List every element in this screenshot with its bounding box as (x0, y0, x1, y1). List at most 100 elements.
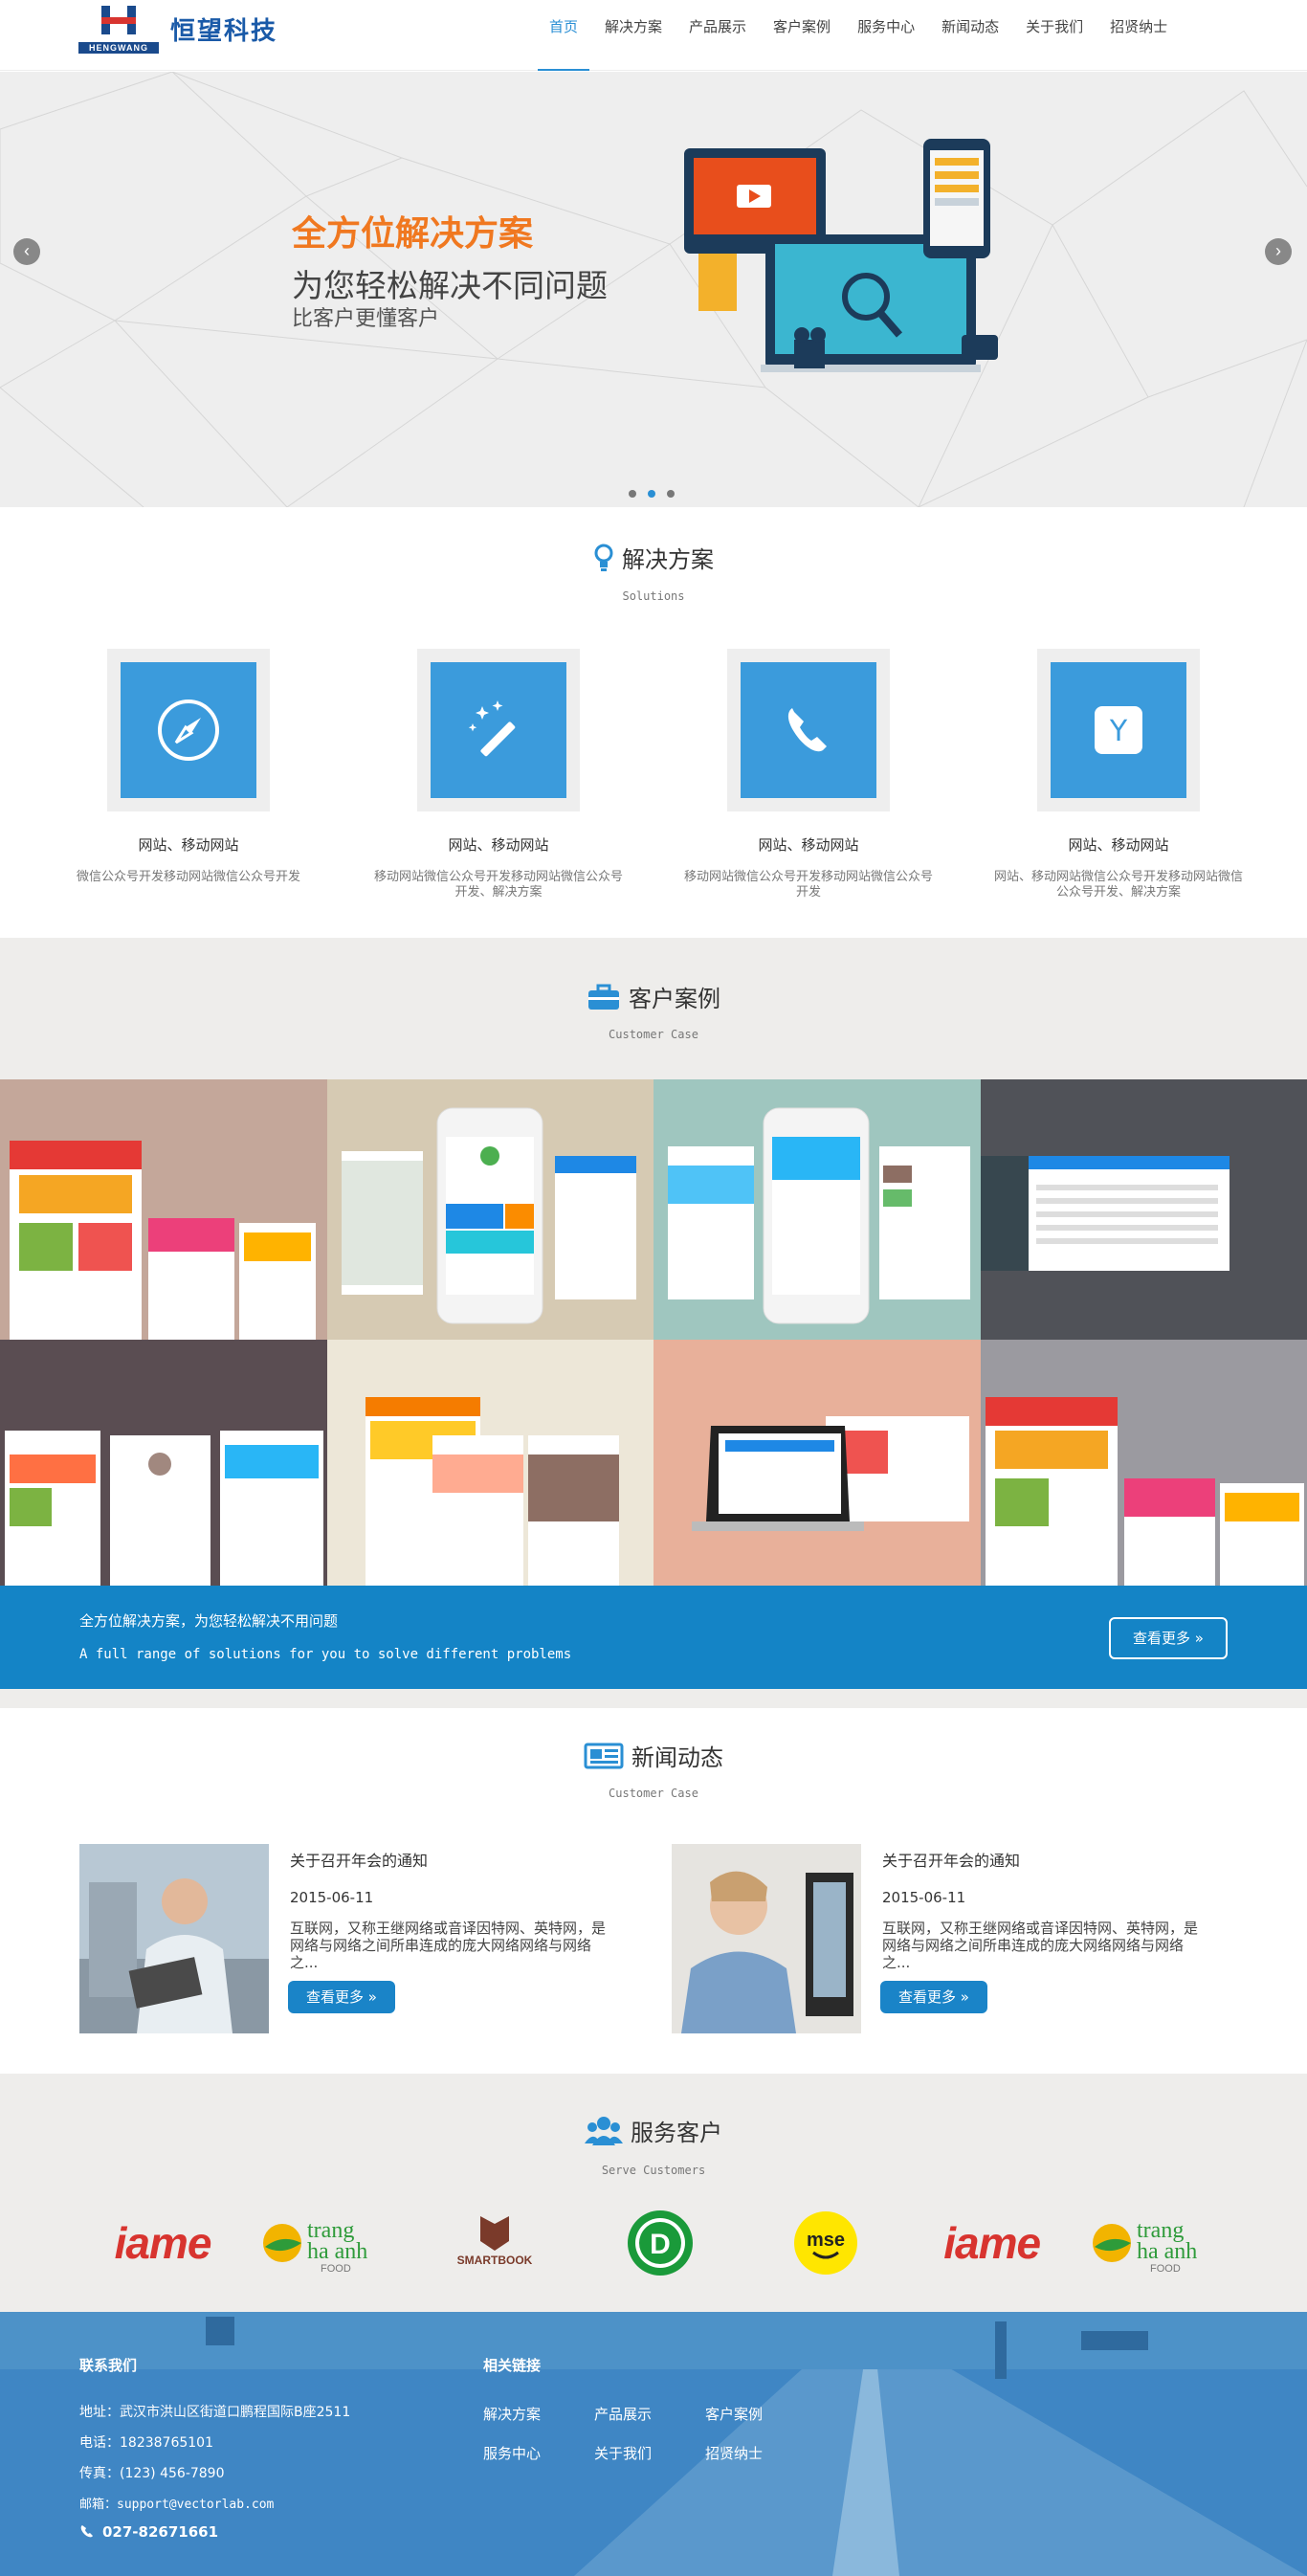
news-item: 关于召开年会的通知 2015-06-11 互联网，又称王继网络或音译因特网、英特… (672, 1844, 1207, 2035)
news-image[interactable] (79, 1844, 269, 2033)
devices-illustration (684, 139, 998, 372)
svg-text:ha anh: ha anh (1137, 2239, 1197, 2264)
nav-about[interactable]: 关于我们 (1014, 0, 1095, 71)
solution-desc: 网站、移动网站微信公众号开发移动网站微信公众号开发、解决方案 (993, 870, 1243, 899)
case-screenshot (10, 1141, 316, 1340)
nav-solutions[interactable]: 解决方案 (593, 0, 674, 71)
trang-ha-anh-logo[interactable]: trang ha anh FOOD (261, 2210, 395, 2276)
solution-name: 网站、移动网站 (138, 836, 239, 854)
cta-text-cn: 全方位解决方案，为您轻松解决不用问题 (79, 1612, 339, 1630)
banner-headline: 全方位解决方案 (292, 214, 534, 254)
news-image[interactable] (672, 1844, 861, 2033)
footer-link-about[interactable]: 关于我们 (594, 2443, 705, 2463)
nav-service[interactable]: 服务中心 (846, 0, 926, 71)
case-tile[interactable] (654, 1340, 981, 1600)
case-tile[interactable] (654, 1079, 981, 1340)
cases-heading: 客户案例 Customer Case (0, 938, 1307, 1041)
phone-icon (787, 708, 827, 752)
banner-subheadline: 为您轻松解决不同问题 (292, 267, 608, 304)
banner-tagline: 比客户更懂客户 (292, 307, 440, 331)
slide-dot[interactable] (667, 490, 675, 498)
news-more-button[interactable]: 查看更多 » (288, 1981, 395, 2013)
news-date: 2015-06-11 (290, 1889, 374, 1906)
news-title: 新闻动态 (631, 1744, 723, 1771)
solution-card[interactable]: 网站、移动网站 移动网站微信公众号开发移动网站微信公众号开发、解决方案 (343, 649, 654, 900)
compass-icon (158, 700, 219, 761)
nav-products[interactable]: 产品展示 (677, 0, 758, 71)
customers-title: 服务客户 (631, 2120, 722, 2146)
case-tile[interactable] (326, 1079, 654, 1340)
news-more-button[interactable]: 查看更多 » (880, 1981, 987, 2013)
logo-chinese: 恒望科技 (170, 16, 278, 46)
customers-subtitle: Serve Customers (601, 2163, 706, 2177)
nav-news[interactable]: 新闻动态 (930, 0, 1010, 71)
cases-title: 客户案例 (629, 986, 720, 1012)
footer-link-service[interactable]: 服务中心 (483, 2443, 594, 2463)
solution-card[interactable]: Y 网站、移动网站 网站、移动网站微信公众号开发移动网站微信公众号开发、解决方案 (964, 649, 1274, 900)
case-tile[interactable] (980, 1340, 1307, 1600)
case-screenshot (365, 1397, 619, 1600)
solution-name: 网站、移动网站 (448, 836, 549, 854)
solution-name: 网站、移动网站 (1068, 836, 1169, 854)
cta-text-en: A full range of solutions for you to sol… (79, 1647, 572, 1662)
svg-text:D: D (650, 2229, 671, 2260)
case-tile[interactable] (0, 1079, 327, 1340)
iame-logo[interactable]: iame (96, 2210, 230, 2276)
prev-slide-button[interactable]: ‹ (13, 238, 40, 265)
woman-computer-photo (672, 1844, 861, 2033)
customers-section: 服务客户 Serve Customers iame trang ha anh F… (0, 2074, 1307, 2312)
slide-indicators (629, 490, 675, 498)
svg-text:Y: Y (1109, 715, 1128, 748)
case-screenshot (980, 1156, 1229, 1271)
svg-text:ha anh: ha anh (307, 2239, 367, 2264)
svg-text:SMARTBOOK: SMARTBOOK (456, 2254, 532, 2267)
hero-banner: 全方位解决方案 为您轻松解决不同问题 比客户更懂客户 ‹ › (0, 72, 1307, 507)
trang-ha-anh-logo[interactable]: trang ha anh FOOD (1091, 2210, 1225, 2276)
news-heading: 新闻动态 Customer Case (0, 1708, 1307, 1800)
footer-link-products[interactable]: 产品展示 (594, 2404, 705, 2424)
nav-home[interactable]: 首页 (538, 0, 590, 71)
nav-cases[interactable]: 客户案例 (762, 0, 842, 71)
news-item: 关于召开年会的通知 2015-06-11 互联网，又称王继网络或音译因特网、英特… (79, 1844, 615, 2035)
d-circle-logo[interactable]: D (593, 2210, 727, 2276)
next-slide-button[interactable]: › (1265, 238, 1292, 265)
case-screenshot (692, 1416, 969, 1531)
case-tile[interactable] (326, 1340, 654, 1600)
slide-dot-active[interactable] (648, 490, 655, 498)
footer-links-title: 相关链接 (483, 2357, 542, 2374)
footer-link-solutions[interactable]: 解决方案 (483, 2404, 594, 2424)
case-screenshot (668, 1107, 970, 1324)
solution-card[interactable]: 网站、移动网站 微信公众号开发移动网站微信公众号开发 (33, 649, 343, 900)
solutions-section: 解决方案 Solutions 网站、移动网站 微信公众号开发移动网站微信公众号开… (0, 507, 1307, 938)
cases-subtitle: Customer Case (609, 1027, 698, 1041)
news-headline[interactable]: 关于召开年会的通知 (290, 1848, 428, 1871)
footer-links: 相关链接 解决方案 产品展示 客户案例 服务中心 关于我们 招贤纳士 (483, 2355, 816, 2463)
logo-english: HENGWANG (78, 42, 159, 54)
footer-email[interactable]: 邮箱：support@vectorlab.com (79, 2494, 350, 2512)
nav-jobs[interactable]: 招贤纳士 (1098, 0, 1179, 71)
case-screenshot (5, 1431, 323, 1600)
customer-logos: iame trang ha anh FOOD SMARTBOOK D mse i… (96, 2210, 1225, 2276)
news-headline[interactable]: 关于召开年会的通知 (882, 1848, 1020, 1871)
footer-address: 地址：武汉市洪山区街道口鹏程国际B座2511 (79, 2405, 351, 2420)
footer-fax: 传真：(123) 456-7890 (79, 2466, 225, 2481)
case-screenshot (985, 1397, 1304, 1600)
case-tile[interactable] (980, 1079, 1307, 1340)
see-more-button[interactable]: 查看更多 » (1109, 1617, 1228, 1659)
solutions-title: 解决方案 (622, 546, 714, 573)
site-header: HENGWANG 恒望科技 首页 解决方案 产品展示 客户案例 服务中心 新闻动… (0, 0, 1307, 71)
mse-logo[interactable]: mse (759, 2210, 893, 2276)
logo-mark: HENGWANG (78, 2, 159, 56)
slide-dot[interactable] (629, 490, 636, 498)
smartbook-logo[interactable]: SMARTBOOK (428, 2210, 562, 2276)
footer-link-jobs[interactable]: 招贤纳士 (705, 2443, 816, 2463)
logo[interactable]: HENGWANG 恒望科技 (78, 2, 277, 56)
solution-desc: 移动网站微信公众号开发移动网站微信公众号开发 (683, 870, 933, 899)
customers-heading: 服务客户 Serve Customers (0, 2074, 1307, 2177)
iame-logo[interactable]: iame (925, 2210, 1059, 2276)
cta-strip: 全方位解决方案，为您轻松解决不用问题 A full range of solut… (0, 1586, 1307, 1689)
solution-card[interactable]: 网站、移动网站 移动网站微信公众号开发移动网站微信公众号开发 (654, 649, 964, 900)
footer-link-cases[interactable]: 客户案例 (705, 2404, 816, 2424)
case-tile[interactable] (0, 1340, 327, 1600)
svg-text:FOOD: FOOD (321, 2263, 351, 2274)
